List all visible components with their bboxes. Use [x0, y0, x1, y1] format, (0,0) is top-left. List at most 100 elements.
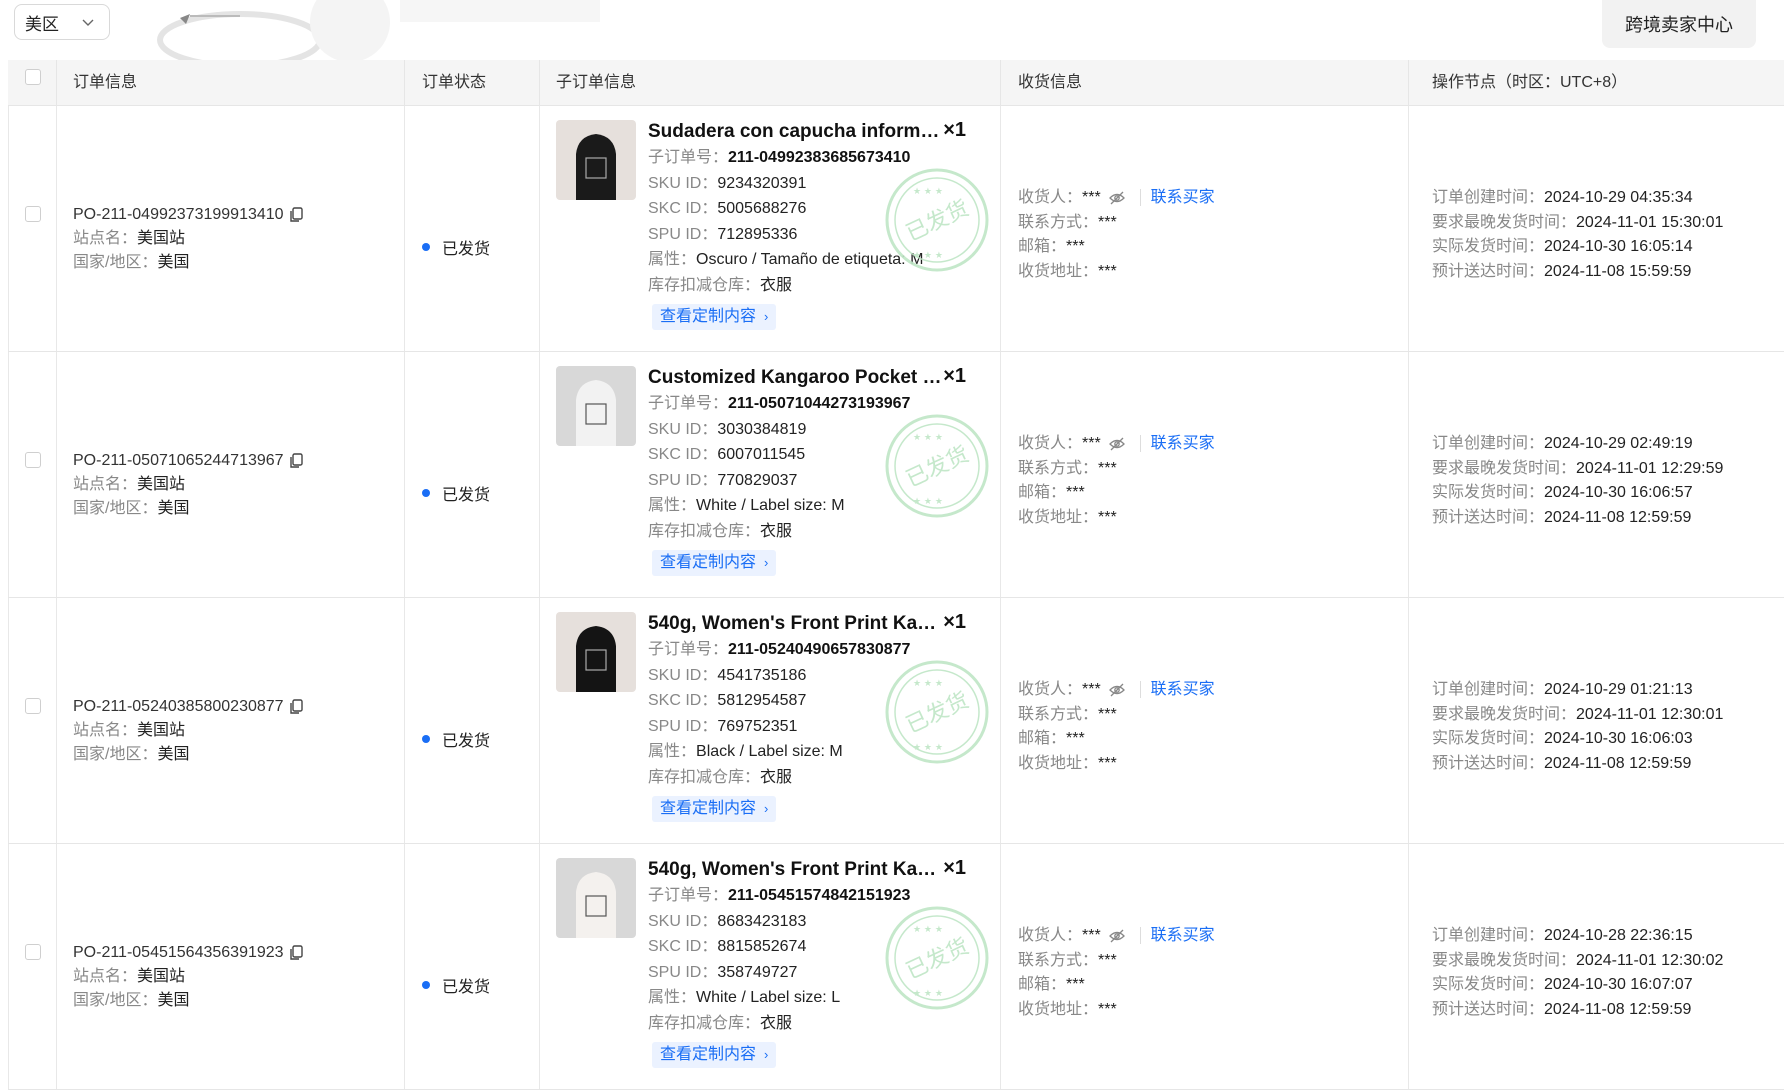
product-thumbnail[interactable]: [556, 858, 636, 938]
warehouse-line: 库存扣减仓库：衣服: [648, 273, 988, 299]
site-value: 美国站: [137, 722, 186, 739]
expected-delivery-time-label: 预计送达时间：: [1432, 508, 1545, 526]
row-border-left: [8, 352, 9, 597]
column-divider: [1000, 352, 1001, 597]
column-divider: [1408, 598, 1409, 843]
spu-value: 769752351: [717, 717, 798, 735]
contact-line: 联系方式：***: [1018, 211, 1215, 236]
table-row: PO-211-05451564356391923 站点名：美国站 国家/地区：美…: [8, 844, 1784, 1090]
product-title[interactable]: Customized Kangaroo Pocket Hoodie: [648, 364, 943, 391]
created-time-value: 2024-10-28 22:36:15: [1544, 927, 1693, 944]
sku-label: SKU ID：: [648, 420, 718, 438]
view-custom-content-label: 查看定制内容: [660, 308, 757, 326]
row-checkbox[interactable]: [25, 698, 41, 714]
country-label: 国家/地区：: [73, 254, 158, 271]
warehouse-line: 库存扣减仓库：衣服: [648, 519, 988, 545]
product-thumbnail[interactable]: [556, 120, 636, 200]
column-divider: [1408, 106, 1409, 351]
shipped-stamp-icon: ★ ★ ★ ★ ★ ★ 已发货: [885, 660, 989, 764]
latest-ship-time-value: 2024-11-01 12:29:59: [1576, 459, 1724, 477]
eye-off-icon[interactable]: [1109, 191, 1126, 205]
region-select[interactable]: 美区: [14, 4, 110, 40]
row-checkbox[interactable]: [25, 452, 41, 468]
country-line: 国家/地区：美国: [73, 743, 303, 767]
email-label: 邮箱：: [1018, 238, 1067, 255]
status-dot: [422, 489, 430, 497]
product-title[interactable]: 540g, Women's Front Print Kangaroo Pocke…: [648, 610, 943, 637]
email-line: 邮箱：***: [1018, 973, 1215, 998]
table-row: PO-211-04992373199913410 站点名：美国站 国家/地区：美…: [8, 106, 1784, 352]
chevron-right-icon: ›: [764, 801, 769, 817]
created-time-value: 2024-10-29 01:21:13: [1544, 681, 1693, 698]
contact-line: 联系方式：***: [1018, 703, 1215, 728]
contact-label: 联系方式：: [1018, 705, 1099, 723]
table-row: PO-211-05240385800230877 站点名：美国站 国家/地区：美…: [8, 598, 1784, 844]
recipient-line: 收货人：*** 联系买家: [1018, 432, 1215, 457]
product-thumbnail[interactable]: [556, 366, 636, 446]
site-value: 美国站: [137, 230, 186, 247]
warehouse-value: 衣服: [760, 768, 793, 786]
column-divider: [539, 106, 540, 351]
copy-icon[interactable]: [289, 945, 303, 961]
svg-text:★ ★ ★: ★ ★ ★: [913, 497, 943, 507]
product-thumbnail[interactable]: [556, 612, 636, 692]
contact-buyer-link[interactable]: 联系买家: [1139, 927, 1215, 944]
view-custom-content-button[interactable]: 查看定制内容 ›: [652, 550, 777, 576]
row-checkbox[interactable]: [25, 206, 41, 222]
order-info-cell: PO-211-05071065244713967 站点名：美国站 国家/地区：美…: [73, 449, 303, 521]
country-value: 美国: [157, 746, 190, 763]
table-header: 订单信息 订单状态 子订单信息 收货信息 操作节点（时区：UTC+8）: [8, 60, 1784, 106]
column-divider: [1000, 106, 1001, 351]
row-border-left: [8, 106, 9, 351]
row-border-left: [8, 598, 9, 843]
header-order-info: 订单信息: [73, 74, 138, 91]
contact-buyer-link[interactable]: 联系买家: [1139, 189, 1215, 206]
contact-buyer-link[interactable]: 联系买家: [1139, 435, 1215, 452]
view-custom-content-button[interactable]: 查看定制内容 ›: [652, 304, 777, 330]
select-all-checkbox[interactable]: [25, 69, 41, 85]
copy-icon[interactable]: [289, 453, 303, 469]
recipient-value: ***: [1082, 189, 1101, 206]
chevron-down-icon: [82, 19, 94, 26]
copy-icon[interactable]: [289, 207, 303, 223]
country-line: 国家/地区：美国: [73, 497, 303, 521]
column-divider: [404, 598, 405, 843]
latest-ship-time-label: 要求最晚发货时间：: [1432, 213, 1577, 231]
view-custom-content-button[interactable]: 查看定制内容 ›: [652, 1042, 777, 1068]
skc-label: SKC ID：: [648, 692, 718, 709]
view-custom-content-label: 查看定制内容: [660, 554, 757, 572]
eye-off-icon[interactable]: [1109, 683, 1126, 697]
country-value: 美国: [157, 500, 190, 517]
row-checkbox[interactable]: [25, 944, 41, 960]
chevron-right-icon: ›: [764, 309, 769, 325]
product-title[interactable]: 540g, Women's Front Print Kangaroo Pocke…: [648, 856, 943, 883]
country-value: 美国: [157, 254, 190, 271]
operation-nodes-cell: 订单创建时间：2024-10-29 04:35:34 要求最晚发货时间：2024…: [1432, 186, 1723, 284]
address-line: 收货地址：***: [1018, 260, 1215, 285]
address-line: 收货地址：***: [1018, 998, 1215, 1023]
skc-value: 8815852674: [717, 938, 807, 955]
address-label: 收货地址：: [1018, 754, 1099, 772]
contact-buyer-link[interactable]: 联系买家: [1139, 681, 1215, 698]
latest-ship-time-label: 要求最晚发货时间：: [1432, 459, 1577, 477]
created-time-value: 2024-10-29 02:49:19: [1544, 435, 1693, 452]
svg-text:已发货: 已发货: [902, 196, 972, 247]
view-custom-content-button[interactable]: 查看定制内容 ›: [652, 796, 777, 822]
eye-off-icon[interactable]: [1109, 929, 1126, 943]
header-shipping-info: 收货信息: [1018, 74, 1083, 91]
country-label: 国家/地区：: [73, 500, 158, 517]
copy-icon[interactable]: [289, 699, 303, 715]
sku-value: 4541735186: [717, 666, 807, 684]
skc-label: SKC ID：: [648, 200, 718, 217]
hoodie-image: [556, 120, 636, 200]
product-title[interactable]: Sudadera con capucha informal de manga l…: [648, 118, 943, 145]
address-line: 收货地址：***: [1018, 506, 1215, 531]
address-label: 收货地址：: [1018, 262, 1099, 280]
status-text: 已发货: [442, 241, 491, 258]
created-time-line: 订单创建时间：2024-10-28 22:36:15: [1432, 924, 1723, 949]
svg-text:★ ★ ★: ★ ★ ★: [913, 251, 943, 261]
eye-off-icon[interactable]: [1109, 437, 1126, 451]
cross-border-seller-center-button[interactable]: 跨境卖家中心: [1602, 0, 1756, 48]
shipped-stamp-icon: ★ ★ ★ ★ ★ ★ 已发货: [885, 168, 989, 272]
site-line: 站点名：美国站: [73, 227, 303, 251]
